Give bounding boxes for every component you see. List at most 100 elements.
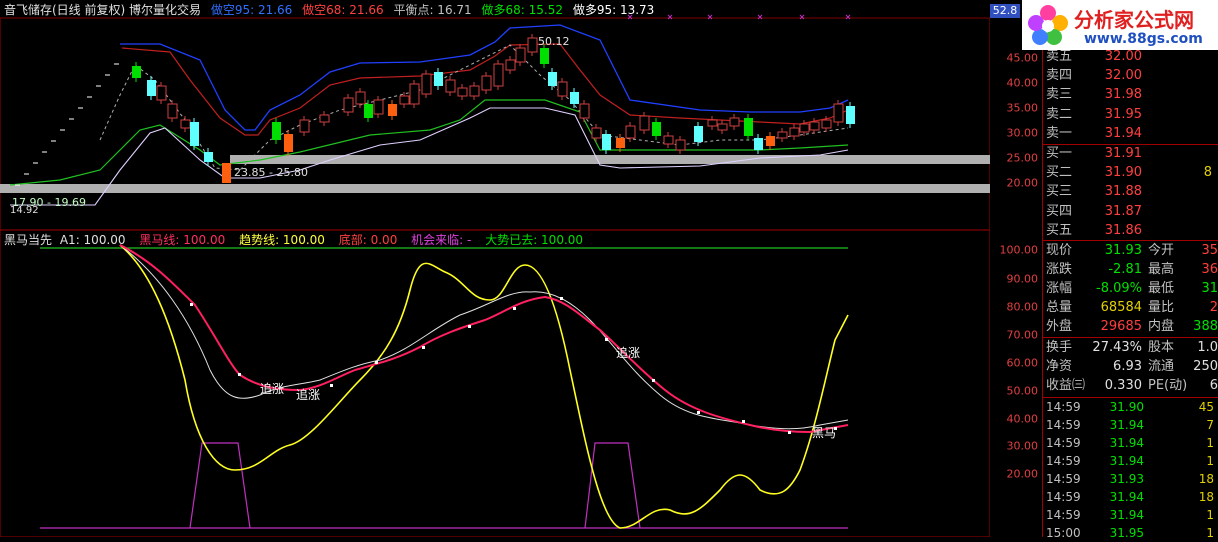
ask-label: 卖五 xyxy=(1046,49,1073,64)
fund-label: 流通 xyxy=(1148,359,1175,374)
tick-time: 15:00 xyxy=(1046,526,1081,540)
quote-row: 涨幅 -8.09% 最低 31 xyxy=(1046,280,1218,298)
indicator-long95: 做多95: 13.73 xyxy=(572,3,655,17)
candle-body xyxy=(591,127,602,139)
ask-row[interactable]: 卖四 32.00 xyxy=(1046,67,1142,85)
candle-body xyxy=(421,73,432,95)
tick-row[interactable]: 14:59 31.94 7 xyxy=(1046,416,1214,434)
candle-body xyxy=(694,126,703,142)
candle-body xyxy=(272,122,281,140)
indicator-long68: 做多68: 15.52 xyxy=(481,3,563,17)
tick-price: 31.93 xyxy=(1109,472,1144,486)
bid-label: 买二 xyxy=(1046,165,1073,181)
quote-label: 现价 xyxy=(1046,243,1073,258)
fund-row: 收益㈢ 0.330 PE(动) 6 xyxy=(1046,377,1218,395)
fund-label: 换手 xyxy=(1046,340,1073,355)
green-support-line xyxy=(9,99,849,186)
bid-row[interactable]: 买四 31.87 xyxy=(1046,203,1212,221)
ask-row[interactable]: 卖三 31.98 xyxy=(1046,86,1142,104)
chart-canvas[interactable]: 50.12 23.85 - 25.80 17.90 - 19.69 14.92 … xyxy=(0,0,990,537)
quote-value: 36 xyxy=(1201,262,1218,277)
candle-body xyxy=(434,72,443,86)
tick-volume: 1 xyxy=(1206,436,1214,450)
bid-row[interactable]: 买五 31.86 xyxy=(1046,222,1212,240)
bid-size: 8 xyxy=(1203,165,1212,181)
current-price-tag: 52.8 xyxy=(990,4,1020,18)
quote-row: 总量 68584 量比 2 xyxy=(1046,299,1218,317)
subchart-name[interactable]: 黑马当先 xyxy=(4,233,52,247)
tick-price: 31.94 xyxy=(1109,508,1144,522)
ask-label: 卖四 xyxy=(1046,68,1073,84)
logo-url: www.88gs.com xyxy=(1084,31,1203,47)
candle-body xyxy=(707,119,718,127)
tick-row[interactable]: 14:59 31.94 1 xyxy=(1046,452,1214,470)
tick-price: 31.94 xyxy=(1109,454,1144,468)
fund-value: 250 xyxy=(1193,359,1218,374)
candle-body xyxy=(540,48,549,64)
candle-body xyxy=(147,80,156,96)
tick-price: 31.95 xyxy=(1109,526,1144,540)
axis-tick: 40.00 xyxy=(1006,412,1039,426)
tick-time: 14:59 xyxy=(1046,454,1081,468)
logo-text: 分析家公式网 xyxy=(1074,8,1194,32)
tick-row[interactable]: 14:59 31.93 18 xyxy=(1046,470,1214,488)
candle-body xyxy=(493,63,504,87)
candle-body xyxy=(652,122,661,136)
ask-label: 卖三 xyxy=(1046,87,1073,103)
tick-volume: 1 xyxy=(1206,526,1214,540)
support-band xyxy=(0,184,990,193)
bottom-chart-frame xyxy=(0,229,990,537)
flower-logo-icon xyxy=(1028,5,1068,45)
tick-row[interactable]: 14:59 31.94 1 xyxy=(1046,434,1214,452)
bid-row[interactable]: 买二 31.90 8 xyxy=(1046,164,1212,182)
candle-body xyxy=(319,114,330,123)
axis-tick: 25.00 xyxy=(1006,151,1039,165)
sub-horse: 黑马线: 100.00 xyxy=(139,233,226,247)
tick-price: 31.94 xyxy=(1109,418,1144,432)
axis-tick: 30.00 xyxy=(1006,126,1039,140)
candle-body xyxy=(156,85,167,101)
sub-a1: A1: 100.00 xyxy=(59,233,126,247)
tick-row[interactable]: 15:00 31.95 1 xyxy=(1046,524,1214,542)
quote-value: 388 xyxy=(1193,319,1218,334)
axis-tick: 50.00 xyxy=(1006,384,1039,398)
quote-label: 外盘 xyxy=(1046,319,1073,334)
candle-body xyxy=(821,119,832,129)
trend-line-yellow xyxy=(119,244,849,529)
ask-row[interactable]: 卖一 31.94 xyxy=(1046,125,1142,143)
candle-body xyxy=(789,127,800,137)
candle-body xyxy=(717,123,728,131)
candle-body xyxy=(469,85,480,97)
bid-label: 买三 xyxy=(1046,184,1073,200)
sub-trend: 趋势线: 100.00 xyxy=(239,233,325,247)
candle-body xyxy=(579,103,590,119)
chance-signal-line xyxy=(189,442,251,529)
fund-value: 1.0 xyxy=(1197,340,1218,355)
quote-label: 量比 xyxy=(1148,300,1175,315)
chase-label-1: 追涨 xyxy=(260,381,284,396)
tick-row[interactable]: 14:59 31.90 45 xyxy=(1046,398,1214,416)
fund-row: 净资 6.93 流通 250 xyxy=(1046,358,1218,376)
tick-row[interactable]: 14:59 31.94 1 xyxy=(1046,506,1214,524)
bid-price: 31.87 xyxy=(1104,203,1142,219)
fund-value: 27.43% xyxy=(1092,340,1142,355)
fund-label: 收益㈢ xyxy=(1046,378,1086,393)
tick-price: 31.94 xyxy=(1109,436,1144,450)
ask-row[interactable]: 卖二 31.95 xyxy=(1046,106,1142,124)
axis-tick: 40.00 xyxy=(1006,76,1039,90)
candle-body xyxy=(299,119,310,133)
bid-row[interactable]: 买一 31.91 xyxy=(1046,145,1212,163)
candle-body xyxy=(180,119,191,129)
bid-price: 31.90 xyxy=(1104,165,1142,181)
candle-body xyxy=(527,37,538,53)
quote-row: 涨跌 -2.81 最高 36 xyxy=(1046,261,1218,279)
bid-price: 31.86 xyxy=(1104,222,1142,238)
indicator-balance: 平衡点: 16.71 xyxy=(393,3,472,17)
fund-row: 换手 27.43% 股本 1.0 xyxy=(1046,339,1218,357)
quote-label: 最低 xyxy=(1148,281,1175,296)
chart-header: 音飞储存(日线 前复权) 博尔量化交易 做空95: 21.66 做空68: 21… xyxy=(4,1,660,18)
tick-row[interactable]: 14:59 31.94 18 xyxy=(1046,488,1214,506)
bid-row[interactable]: 买三 31.88 xyxy=(1046,183,1212,201)
ask-row[interactable]: 卖五 32.00 xyxy=(1046,48,1142,66)
quote-label: 今开 xyxy=(1148,243,1175,258)
